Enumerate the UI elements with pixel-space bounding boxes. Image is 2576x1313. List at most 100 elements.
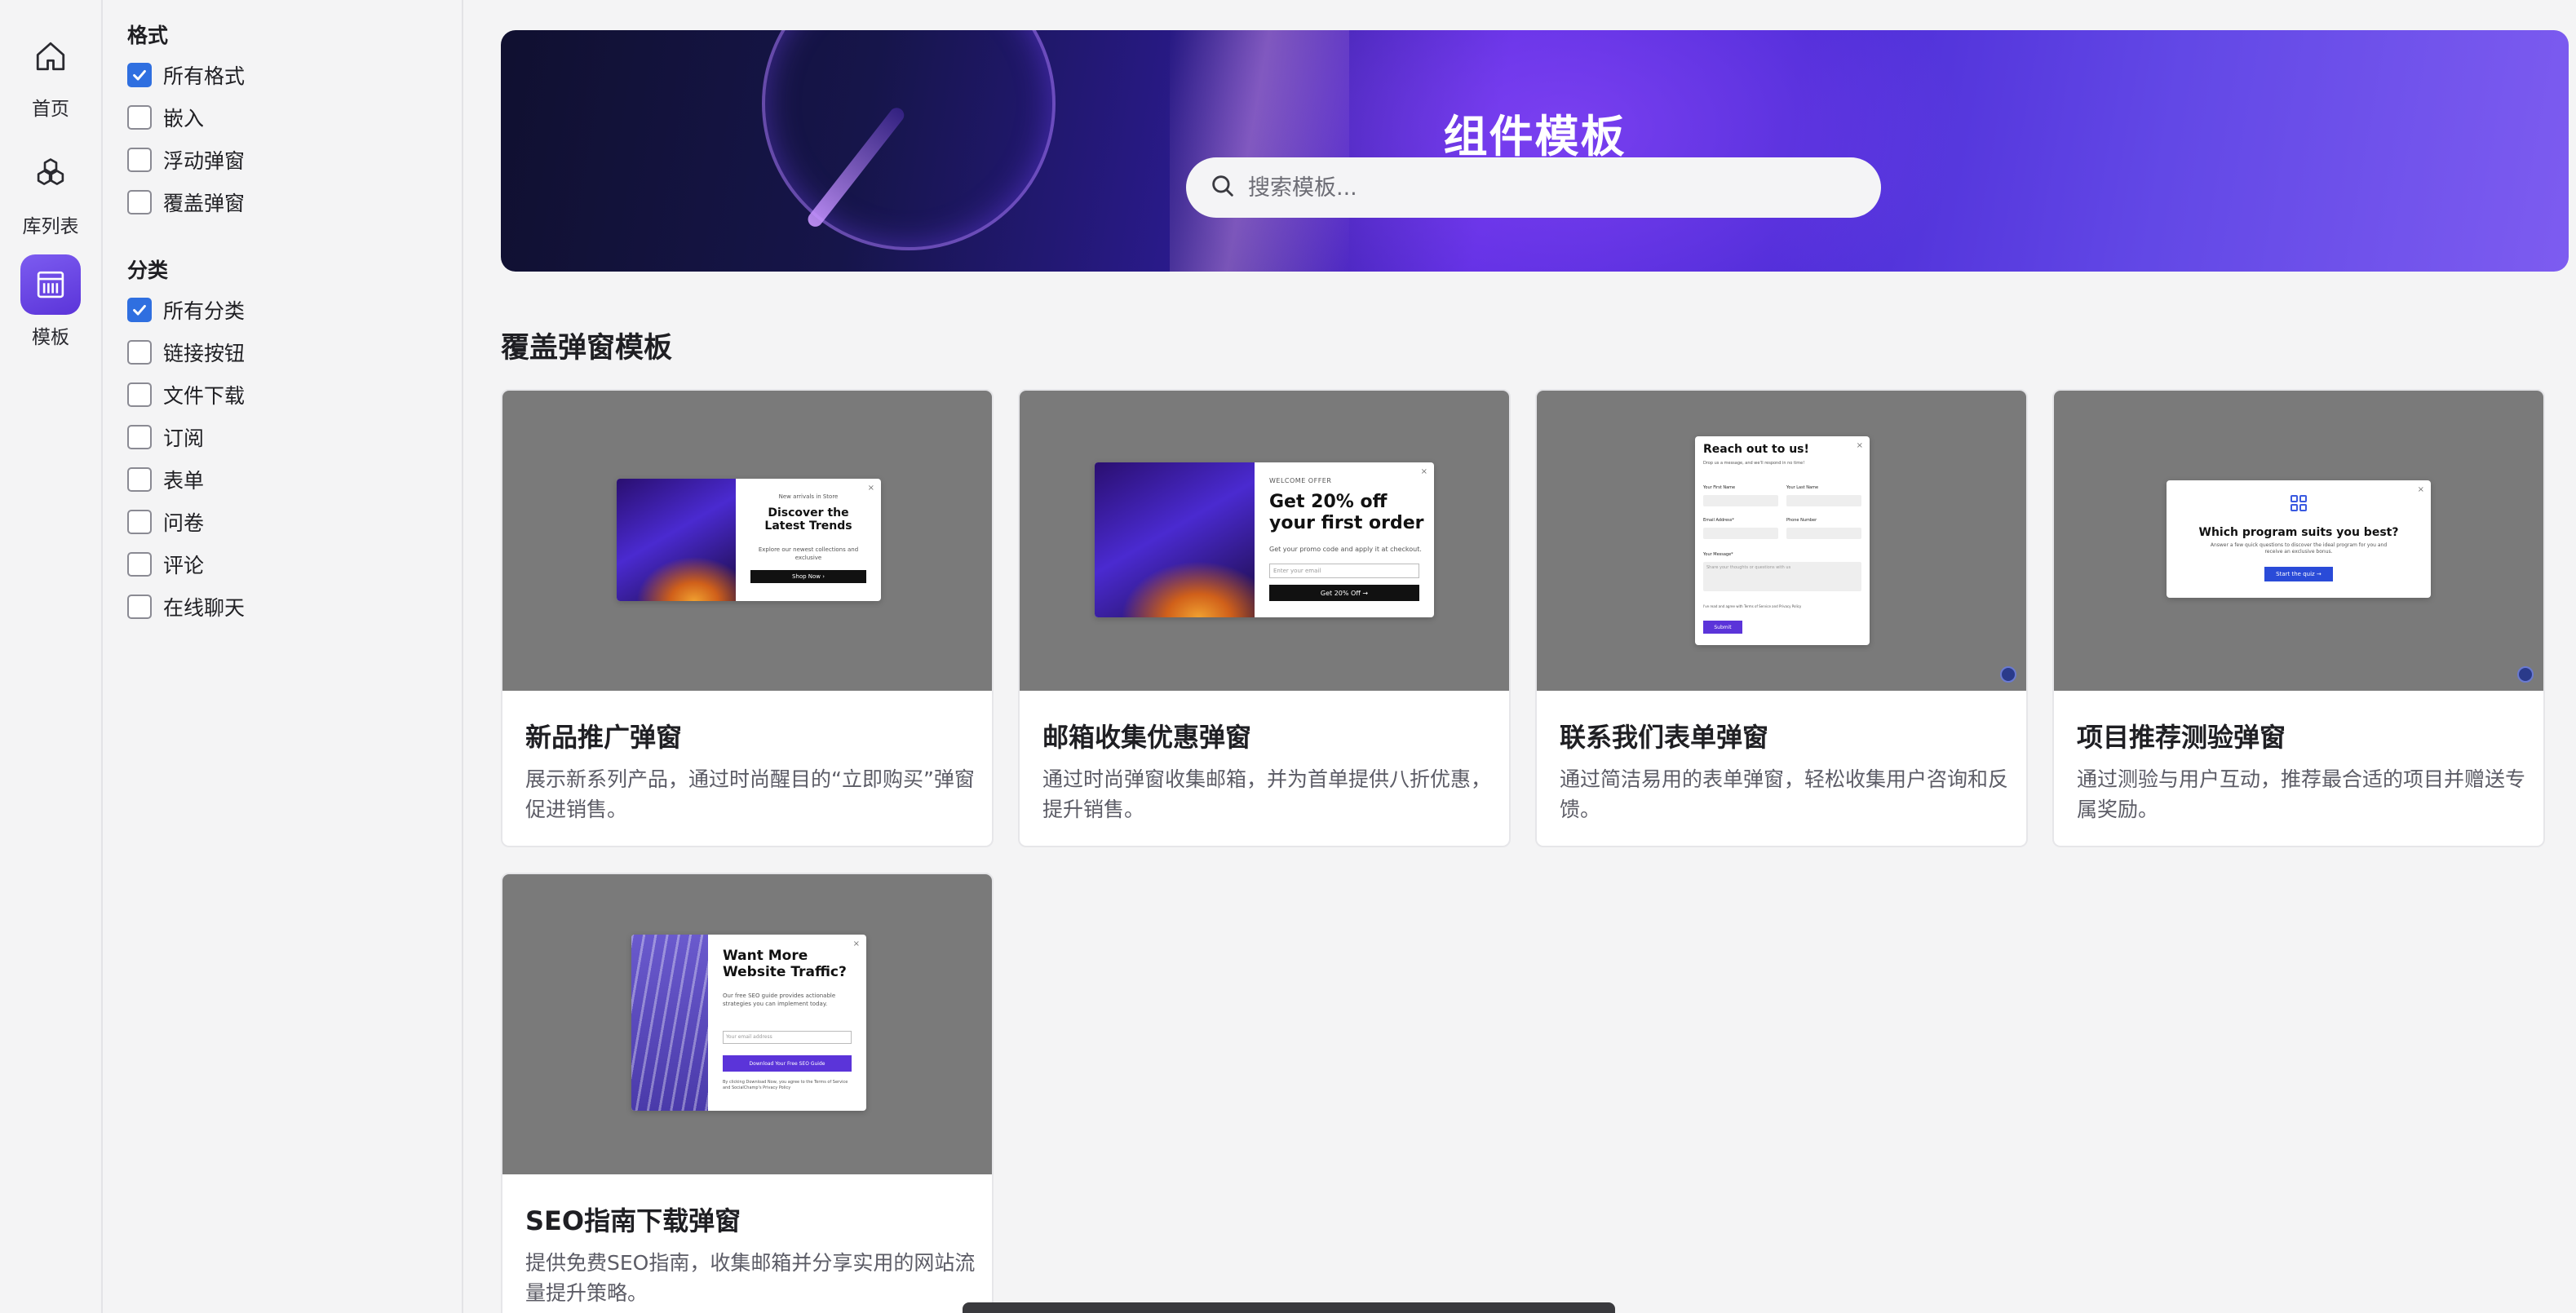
preview-email-field bbox=[1703, 528, 1778, 539]
card-description: 通过测验与用户互动，推荐最合适的项目并赠送专属奖励。 bbox=[2077, 767, 2526, 821]
preview-legal: By clicking Download Now, you agree to t… bbox=[723, 1080, 848, 1090]
preview-last-name-label: Your Last Name bbox=[1786, 485, 1819, 490]
page-title: 组件模板 bbox=[1443, 111, 1627, 162]
template-card-contact-form[interactable]: × Reach out to us! Drop us a message, an… bbox=[1535, 389, 2028, 847]
filter-category-file-download[interactable]: 文件下载 bbox=[127, 380, 245, 409]
preview-consent: I've read and agree with Terms of Servic… bbox=[1703, 604, 1802, 608]
preview-image bbox=[1095, 462, 1255, 617]
preview-headline: Get 20% off your first order bbox=[1269, 492, 1424, 533]
preview-offer-button: Get 20% Off → bbox=[1269, 585, 1419, 601]
filter-category-all[interactable]: 所有分类 bbox=[127, 295, 245, 325]
filter-label: 链接按钮 bbox=[163, 342, 246, 365]
filter-label: 在线聊天 bbox=[163, 596, 246, 620]
filter-category-link-button[interactable]: 链接按钮 bbox=[127, 338, 245, 367]
template-card-email-offer[interactable]: × WELCOME OFFER Get 20% off your first o… bbox=[1018, 389, 1511, 847]
preview-headline: Reach out to us! bbox=[1703, 443, 1809, 456]
rail-label-templates: 模板 bbox=[32, 327, 69, 348]
preview-headline: Want More Website Traffic? bbox=[723, 948, 847, 980]
preview-first-name-field bbox=[1703, 495, 1778, 506]
template-card-seo-guide[interactable]: × Want More Website Traffic? Our free SE… bbox=[501, 873, 994, 1313]
filter-label: 嵌入 bbox=[163, 107, 205, 130]
rail-label-library: 库列表 bbox=[22, 216, 79, 237]
hero-banner: 组件模板 bbox=[501, 30, 2569, 272]
preview-message-label: Your Message* bbox=[1703, 552, 1733, 557]
filter-category-subscribe[interactable]: 订阅 bbox=[127, 422, 204, 452]
close-icon: × bbox=[1856, 441, 1863, 450]
card-description: 通过简洁易用的表单弹窗，轻松收集用户咨询和反馈。 bbox=[1560, 767, 2009, 821]
preview-headline: Which program suits you best? bbox=[2198, 526, 2399, 539]
filter-label: 评论 bbox=[163, 554, 205, 577]
card-preview: × New arrivals in Store Discover the Lat… bbox=[502, 391, 992, 691]
preview-message-field: Share your thoughts or questions with us bbox=[1703, 562, 1861, 591]
card-title: 联系我们表单弹窗 bbox=[1560, 722, 1769, 753]
preview-shop-button: Shop Now › bbox=[750, 570, 866, 583]
filter-label: 问卷 bbox=[163, 511, 205, 535]
chat-bubble-icon bbox=[2000, 666, 2016, 683]
checkbox[interactable] bbox=[127, 382, 152, 407]
checkbox[interactable] bbox=[127, 105, 152, 130]
checkbox[interactable] bbox=[127, 510, 152, 534]
filter-label: 表单 bbox=[163, 469, 205, 493]
checkbox[interactable] bbox=[127, 425, 152, 449]
chat-bubble-icon bbox=[2517, 666, 2534, 683]
card-preview: × Reach out to us! Drop us a message, an… bbox=[1537, 391, 2026, 691]
search-icon bbox=[1209, 172, 1237, 203]
preview-email-input: Enter your email bbox=[1269, 564, 1419, 578]
rail-label-home: 首页 bbox=[32, 99, 69, 120]
preview-body: Get your promo code and apply it at chec… bbox=[1269, 546, 1422, 553]
card-title: SEO指南下载弹窗 bbox=[525, 1205, 741, 1236]
filter-label: 所有分类 bbox=[163, 299, 246, 323]
rail-item-library[interactable]: 库列表 bbox=[0, 144, 101, 238]
rail-item-templates[interactable]: 模板 bbox=[0, 254, 101, 349]
filter-format-embed[interactable]: 嵌入 bbox=[127, 103, 204, 132]
checkbox[interactable] bbox=[127, 595, 152, 619]
card-title: 邮箱收集优惠弹窗 bbox=[1042, 722, 1252, 753]
section-title: 覆盖弹窗模板 bbox=[501, 332, 673, 365]
checkbox[interactable] bbox=[127, 552, 152, 577]
card-description: 通过时尚弹窗收集邮箱，并为首单提供八折优惠，提升销售。 bbox=[1042, 767, 1492, 821]
search-bar[interactable] bbox=[1186, 157, 1881, 218]
checkbox[interactable] bbox=[127, 467, 152, 492]
template-card-new-arrivals[interactable]: × New arrivals in Store Discover the Lat… bbox=[501, 389, 994, 847]
filter-format-overlay[interactable]: 覆盖弹窗 bbox=[127, 188, 245, 217]
preview-last-name-field bbox=[1786, 495, 1861, 506]
preview-phone-field bbox=[1786, 528, 1861, 539]
icon-rail: 首页 库列表 模板 bbox=[0, 0, 103, 1313]
preview-popup: × Want More Website Traffic? Our free SE… bbox=[631, 935, 866, 1111]
filter-category-form[interactable]: 表单 bbox=[127, 465, 204, 494]
rail-item-home[interactable]: 首页 bbox=[0, 26, 101, 121]
filter-label: 浮动弹窗 bbox=[163, 149, 246, 173]
preview-first-name-label: Your First Name bbox=[1703, 485, 1736, 490]
filter-category-review[interactable]: 评论 bbox=[127, 550, 204, 579]
preview-quiz-button: Start the quiz → bbox=[2264, 567, 2333, 581]
preview-popup: × New arrivals in Store Discover the Lat… bbox=[617, 479, 881, 601]
template-card-quiz[interactable]: × Which program suits you best? Answer a… bbox=[2052, 389, 2545, 847]
format-filter-title: 格式 bbox=[127, 24, 169, 47]
checkbox[interactable] bbox=[127, 148, 152, 172]
card-description: 提供免费SEO指南，收集邮箱并分享实用的网站流量提升策略。 bbox=[525, 1251, 976, 1305]
filter-panel: 格式 所有格式 嵌入 浮动弹窗 覆盖弹窗 分类 所有分类 链接按钮 文件下载 订… bbox=[103, 0, 463, 1313]
preview-body: Answer a few quick questions to discover… bbox=[2210, 542, 2388, 555]
filter-format-floating[interactable]: 浮动弹窗 bbox=[127, 145, 245, 175]
close-icon: × bbox=[1420, 467, 1427, 476]
checkbox[interactable] bbox=[127, 340, 152, 365]
checkbox-checked[interactable] bbox=[127, 298, 152, 322]
filter-label: 文件下载 bbox=[163, 384, 246, 408]
filter-label: 所有格式 bbox=[163, 64, 246, 88]
search-input[interactable] bbox=[1248, 175, 1868, 201]
cubes-icon bbox=[20, 144, 81, 204]
checkbox[interactable] bbox=[127, 190, 152, 214]
filter-category-survey[interactable]: 问卷 bbox=[127, 507, 204, 537]
filter-format-all[interactable]: 所有格式 bbox=[127, 60, 245, 90]
filter-category-live-chat[interactable]: 在线聊天 bbox=[127, 592, 245, 621]
card-preview: × Which program suits you best? Answer a… bbox=[2054, 391, 2543, 691]
preview-popup: × WELCOME OFFER Get 20% off your first o… bbox=[1095, 462, 1434, 617]
card-preview: × Want More Website Traffic? Our free SE… bbox=[502, 874, 992, 1174]
preview-body: Explore our newest collections and exclu… bbox=[758, 546, 859, 561]
card-title: 项目推荐测验弹窗 bbox=[2077, 722, 2286, 753]
preview-kicker: WELCOME OFFER bbox=[1269, 477, 1332, 484]
horizontal-scroll-indicator[interactable] bbox=[963, 1302, 1615, 1313]
home-icon bbox=[20, 26, 81, 86]
checkbox-checked[interactable] bbox=[127, 63, 152, 87]
card-description: 展示新系列产品，通过时尚醒目的“立即购买”弹窗促进销售。 bbox=[525, 767, 975, 821]
